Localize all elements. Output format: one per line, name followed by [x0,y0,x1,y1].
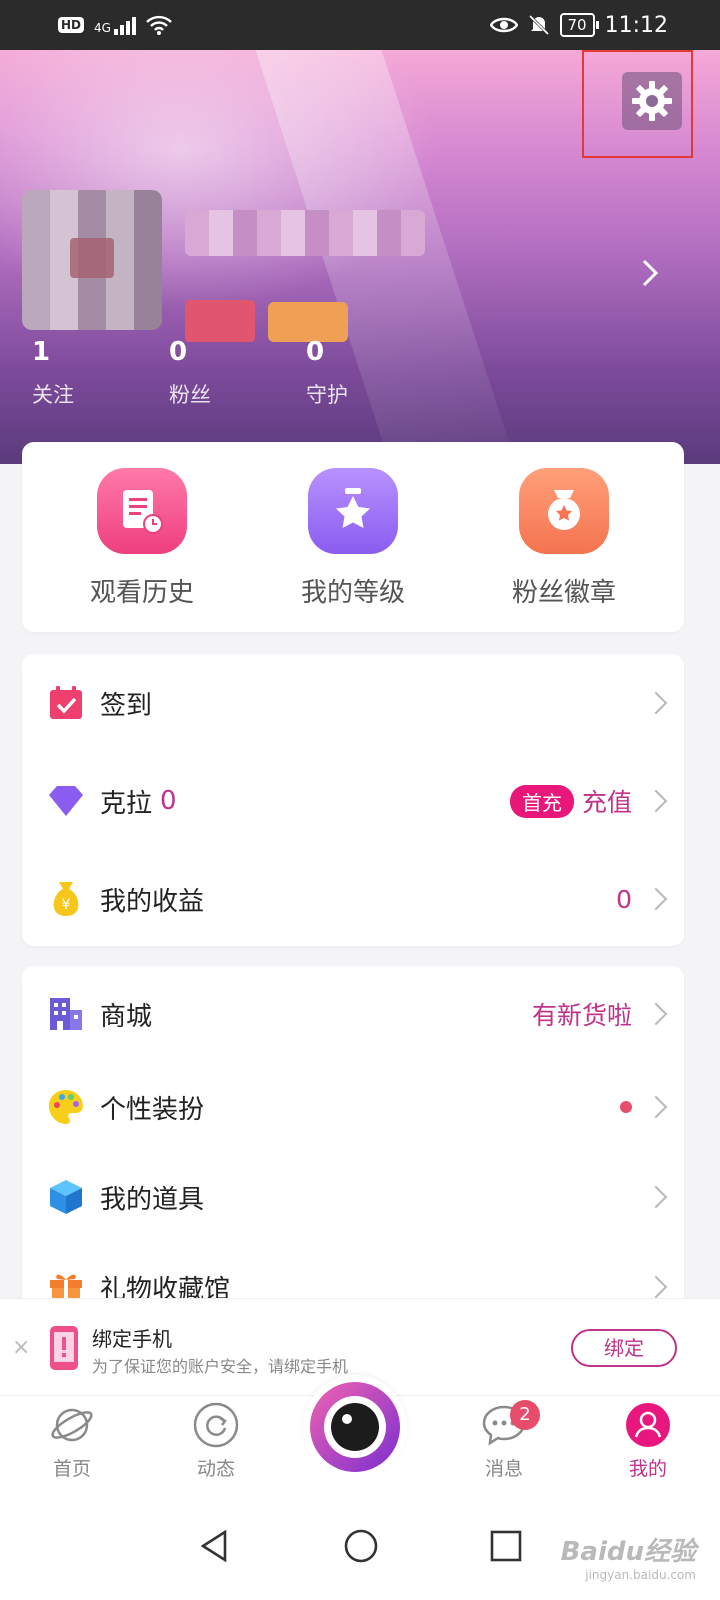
identity-tag-blurred [268,302,348,342]
kela-value: 0 [160,786,177,816]
calendar-check-icon [46,683,86,723]
palette-icon [46,1087,86,1127]
wifi-icon [146,15,172,35]
close-icon[interactable]: × [12,1335,30,1360]
dressup-label: 个性装扮 [100,1094,205,1125]
profile-detail-arrow[interactable] [640,255,660,295]
chevron-right-icon [644,1002,668,1026]
stat-value: 0 [169,337,188,367]
battery-indicator: 70 [559,13,599,37]
stat-fans[interactable]: 0 粉丝 [169,337,306,409]
stat-guardians[interactable]: 0 守护 [306,337,443,409]
recharge-link[interactable]: 充值 [582,783,632,819]
more-card: 商城 有新货啦 个性装扮 我的道具 礼物收藏馆 [22,966,684,1326]
fan-badge-icon [519,468,609,554]
planet-icon [51,1408,93,1442]
level-tag-blurred [185,300,255,342]
props-row[interactable]: 我的道具 [22,1152,684,1242]
camera-lens-icon [310,1382,400,1472]
nickname-blurred [185,210,425,256]
phone-alert-icon [48,1324,80,1376]
gear-icon [632,81,672,121]
tab-label: 我的 [628,1458,667,1480]
chevron-right-icon [644,1275,668,1299]
new-dot-badge [620,1101,632,1113]
my-level-button[interactable]: 我的等级 [283,468,423,632]
diamond-icon [46,781,86,821]
watch-history-button[interactable]: 观看历史 [72,468,212,632]
mall-new-goods-note: 有新货啦 [531,1001,632,1030]
stat-label: 粉丝 [169,383,211,407]
star-level-icon [308,468,398,554]
bind-button[interactable]: 绑定 [571,1329,677,1367]
watermark-sub: jingyan.baidu.com [585,1568,696,1582]
svg-text:¥: ¥ [62,897,71,913]
tab-feed[interactable]: 动态 [156,1396,276,1481]
profile-stats: 1 关注 0 粉丝 0 守护 [32,337,443,409]
wallet-card: 签到 克拉 0 首充 充值 ¥ 我的收益 0 [22,654,684,946]
kela-label: 克拉 [100,788,153,819]
stat-value: 1 [32,337,51,367]
earnings-row[interactable]: ¥ 我的收益 0 [22,850,684,948]
watermark-main: Baidu经验 [560,1537,696,1567]
tab-label: 消息 [484,1458,523,1480]
signal-icon: 4G [94,15,136,35]
earnings-value: 0 [616,884,632,914]
quick-actions-card: 观看历史 我的等级 粉丝徽章 [22,442,684,632]
profile-header: 1 关注 0 粉丝 0 守护 [0,50,720,464]
quick-action-label: 粉丝徽章 [511,578,616,608]
building-icon [46,994,86,1034]
kela-row[interactable]: 克拉 0 首充 充值 [22,752,684,850]
props-label: 我的道具 [100,1184,205,1215]
cube-icon [46,1177,86,1217]
quick-action-label: 我的等级 [300,578,405,608]
home-circle-icon[interactable] [343,1528,379,1564]
system-nav-bar: Baidu经验 jingyan.baidu.com [0,1492,720,1600]
tab-label: 首页 [52,1458,91,1480]
user-icon [626,1403,670,1447]
stat-label: 关注 [32,383,74,407]
bind-phone-title: 绑定手机 [92,1327,172,1351]
settings-button[interactable] [622,72,682,130]
chevron-right-icon [644,1095,668,1119]
checkin-row[interactable]: 签到 [22,654,684,752]
tab-label: 动态 [196,1458,235,1480]
bind-phone-subtitle: 为了保证您的账户安全，请绑定手机 [92,1357,349,1376]
chevron-right-icon [644,691,668,715]
chevron-right-icon [642,259,659,287]
mall-row[interactable]: 商城 有新货啦 [22,966,684,1062]
clock: 11:12 [604,12,668,38]
stat-following[interactable]: 1 关注 [32,337,169,409]
recents-square-icon[interactable] [489,1529,523,1563]
money-bag-icon: ¥ [46,879,86,919]
chevron-right-icon [644,789,668,813]
stat-value: 0 [306,337,325,367]
history-icon [97,468,187,554]
first-recharge-badge: 首充 [509,784,574,818]
back-triangle-icon[interactable] [197,1528,233,1564]
avatar[interactable] [22,190,162,330]
status-bar: HD 4G 70 11:12 [0,0,720,50]
hd-indicator: HD [58,17,85,33]
mute-bell-icon [528,14,549,36]
dressup-row[interactable]: 个性装扮 [22,1062,684,1152]
quick-action-label: 观看历史 [89,578,194,608]
watermark-logo: Baidu经验 jingyan.baidu.com [561,1531,696,1582]
chevron-right-icon [644,887,668,911]
checkin-label: 签到 [100,690,153,721]
refresh-circle-icon [193,1402,239,1448]
network-type: 4G [94,21,111,35]
tab-messages[interactable]: 2 消息 [444,1396,564,1481]
tab-me[interactable]: 我的 [588,1396,708,1481]
earnings-label: 我的收益 [100,886,205,917]
stat-label: 守护 [306,383,348,407]
fan-badge-button[interactable]: 粉丝徽章 [494,468,634,632]
unread-count-badge: 2 [510,1400,540,1430]
live-camera-button[interactable] [303,1375,407,1479]
mall-label: 商城 [100,1001,153,1032]
eye-icon [489,17,518,33]
chevron-right-icon [644,1185,668,1209]
tab-home[interactable]: 首页 [12,1396,132,1481]
